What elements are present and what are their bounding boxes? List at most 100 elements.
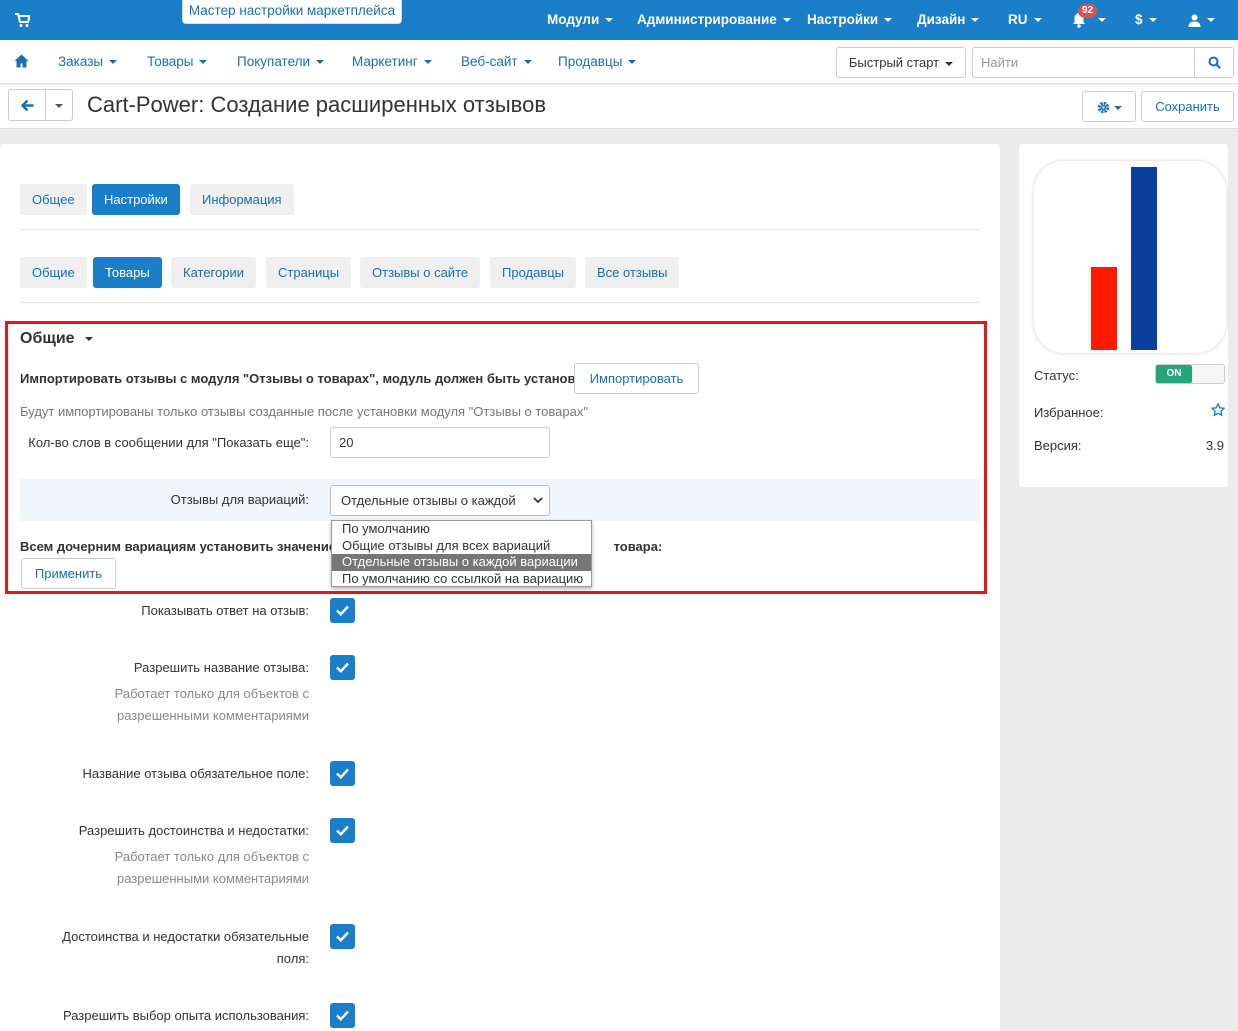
caret-down-icon [55,103,63,108]
top-nav-label: RU [1008,12,1028,27]
main-nav: Заказы Товары Покупатели Маркетинг Веб-с… [0,40,1238,84]
top-nav-modules[interactable]: Модули [547,0,614,40]
nav-label: Маркетинг [352,54,418,69]
star-icon[interactable] [1211,403,1225,417]
variations-label: Отзывы для вариаций: [170,492,309,507]
caret-down-icon [782,18,791,23]
check-icon [336,1010,349,1021]
words-count-label: Кол-во слов в сообщении для "Показать ещ… [28,435,309,450]
quick-start-button[interactable]: Быстрый старт [836,47,966,78]
allow-pros-cons-label: Разрешить достоинства и недостатки: [78,823,309,838]
subtab-vendors[interactable]: Продавцы [490,257,577,288]
caret-down-icon [1207,18,1215,23]
nav-vendors[interactable]: Продавцы [558,40,637,84]
top-nav-label: Настройки [807,12,879,27]
allow-title-checkbox[interactable] [330,655,355,680]
top-nav-administration[interactable]: Администрирование [637,0,791,40]
top-bar: Мастер настройки маркетплейса Модули Адм… [0,0,1238,40]
top-nav-label: Дизайн [917,12,966,27]
status-on-label: ON [1156,365,1192,383]
nav-label: Товары [147,54,194,69]
check-icon [336,768,349,779]
caret-down-icon [423,60,432,65]
version-label: Версия: [1034,438,1082,453]
subtab-categories[interactable]: Категории [171,257,256,288]
home-icon[interactable] [14,54,29,68]
caret-down-icon [1033,18,1042,23]
pros-cons-required-label-1: Достоинства и недостатки обязательные [62,929,309,944]
tab-general[interactable]: Общее [20,184,87,215]
top-nav-design[interactable]: Дизайн [917,0,980,40]
subtab-pages[interactable]: Страницы [266,257,352,288]
save-button[interactable]: Сохранить [1141,91,1234,122]
subtab-all-reviews[interactable]: Все отзывы [585,257,680,288]
variations-select[interactable]: Отдельные отзывы о каждой [330,485,550,516]
section-header-general[interactable]: Общие [20,330,93,348]
nav-marketing[interactable]: Маркетинг [352,40,432,84]
title-bar: Cart-Power: Создание расширенных отзывов… [0,85,1238,129]
dropdown-option[interactable]: По умолчанию со ссылкой на вариацию [332,571,591,588]
chevron-down-icon [533,497,543,504]
caret-down-icon [523,60,532,65]
nav-website[interactable]: Веб-сайт [461,40,532,84]
nav-customers[interactable]: Покупатели [237,40,325,84]
caret-down-icon [84,336,93,341]
tab-information[interactable]: Информация [190,184,294,215]
allow-title-note-1: Работает только для объектов с [114,686,309,701]
show-answer-label: Показывать ответ на отзыв: [141,603,309,618]
check-icon [336,605,349,616]
subtab-general[interactable]: Общие [20,257,87,288]
divider [20,302,980,303]
check-icon [336,662,349,673]
cart-icon[interactable] [14,12,30,28]
status-toggle[interactable]: ON [1155,364,1225,384]
notifications-badge: 92 [1078,4,1098,18]
pros-cons-required-checkbox[interactable] [330,924,355,949]
allow-experience-checkbox[interactable] [330,1003,355,1028]
dropdown-option-selected[interactable]: Отдельные отзывы о каждой вариации [332,554,591,571]
top-nav-language[interactable]: RU [1008,0,1042,40]
caret-down-icon [628,60,637,65]
nav-label: Заказы [58,54,104,69]
allow-pros-cons-checkbox[interactable] [330,818,355,843]
caret-down-icon [199,60,208,65]
caret-down-icon [945,61,954,66]
marketplace-wizard-button[interactable]: Мастер настройки маркетплейса [182,0,402,24]
user-icon [1188,14,1201,27]
back-dropdown-button[interactable] [45,89,73,121]
tab-settings[interactable]: Настройки [92,184,180,215]
import-button[interactable]: Импортировать [574,363,699,394]
back-button[interactable] [8,89,46,121]
nav-products[interactable]: Товары [147,40,208,84]
search-button[interactable] [1194,47,1234,78]
gear-icon [1097,101,1109,114]
pros-cons-required-label-2: поля: [276,951,309,966]
show-answer-checkbox[interactable] [330,598,355,623]
apply-button[interactable]: Применить [21,558,116,589]
allow-experience-label: Разрешить выбор опыта использования: [62,1008,309,1023]
top-nav-settings[interactable]: Настройки [807,0,893,40]
top-nav-user[interactable] [1188,0,1215,40]
top-nav-currency[interactable]: $ [1135,0,1157,40]
allow-pros-cons-note-2: разрешенными комментариями [116,871,309,886]
title-required-label: Название отзыва обязательное поле: [82,766,309,781]
title-required-checkbox[interactable] [330,761,355,786]
words-count-input[interactable] [330,427,550,458]
dropdown-option[interactable]: По умолчанию [332,521,591,538]
allow-title-note-2: разрешенными комментариями [116,708,309,723]
children-label-end: товара: [613,539,663,554]
settings-dropdown-button[interactable] [1082,91,1136,122]
dropdown-option[interactable]: Общие отзывы для всех вариаций [332,538,591,555]
check-icon [336,931,349,942]
search-icon [1208,56,1221,69]
nav-orders[interactable]: Заказы [58,40,118,84]
top-nav-label: $ [1135,12,1143,27]
subtab-site-reviews[interactable]: Отзывы о сайте [360,257,481,288]
variations-selected-value: Отдельные отзывы о каждой [341,493,516,508]
addon-logo [1034,161,1226,353]
caret-down-icon [316,60,325,65]
subtab-products[interactable]: Товары [93,257,162,288]
nav-label: Покупатели [237,54,311,69]
search-input[interactable] [972,47,1194,78]
import-note: Будут импортированы только отзывы создан… [20,404,588,419]
